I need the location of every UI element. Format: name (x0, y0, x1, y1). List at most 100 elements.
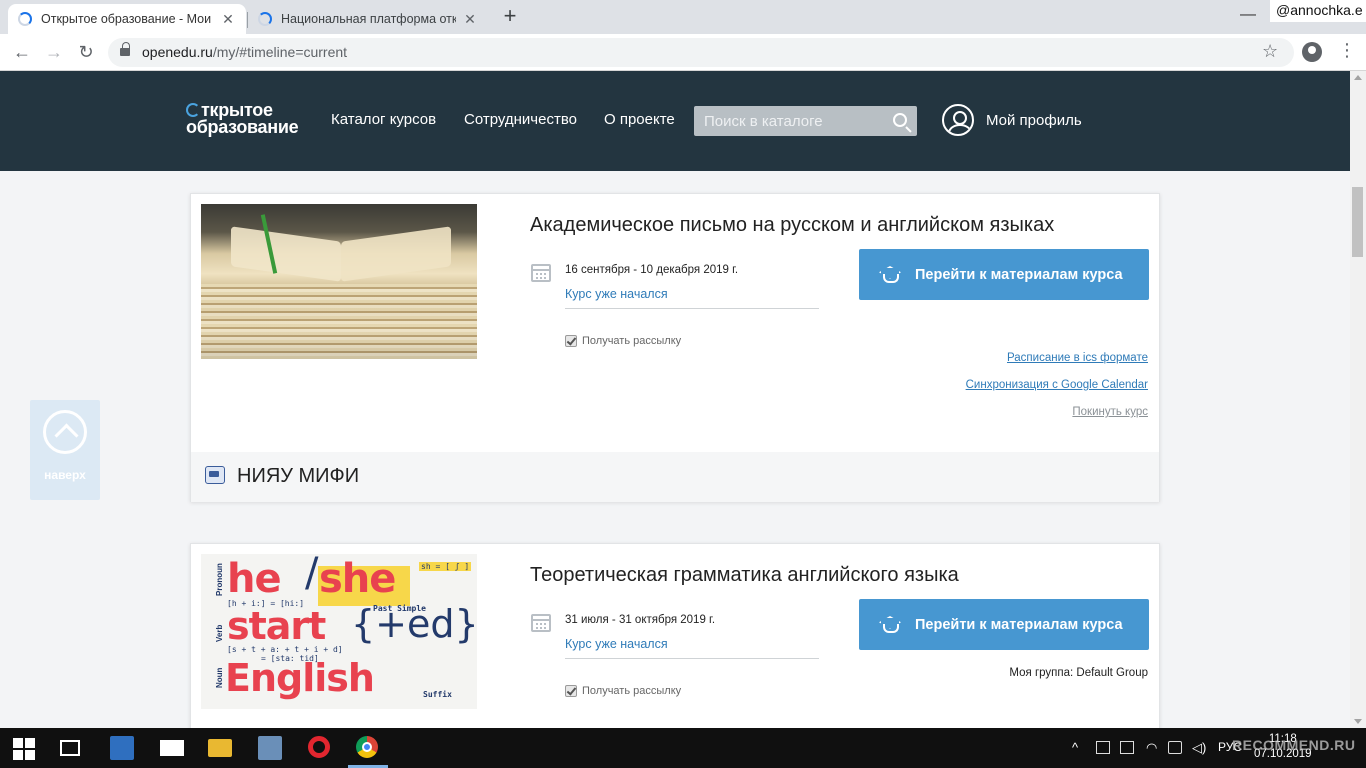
profile-label: Мой профиль (986, 111, 1082, 129)
file-explorer-icon[interactable] (208, 739, 232, 757)
windows-start-icon[interactable] (13, 736, 37, 760)
close-icon[interactable]: ✕ (462, 11, 478, 28)
win-pane (13, 750, 23, 760)
search-icon[interactable] (893, 113, 907, 127)
site-logo[interactable]: ткрытое образование (186, 101, 299, 137)
course-image[interactable] (201, 204, 477, 359)
tab-title: Национальная платформа откр (281, 12, 456, 26)
book-page-right (341, 226, 451, 282)
scroll-up-arrow-icon[interactable] (1354, 75, 1362, 80)
logo-line2: образование (186, 117, 299, 137)
img-word-he: he (227, 556, 282, 602)
newsletter-option[interactable]: Получать рассылку (565, 685, 681, 697)
img-plus-ed: {+ed} (351, 602, 477, 646)
book-page-left (231, 226, 341, 282)
img-slash: / (305, 554, 319, 596)
back-arrow-icon[interactable]: ← (10, 40, 34, 64)
nav-catalog[interactable]: Каталог курсов (331, 111, 436, 128)
back-to-top-label: наверх (44, 468, 86, 482)
site-header: ткрытое образование Каталог курсов Сотру… (0, 71, 1350, 171)
browser-menu-icon[interactable]: ⋮ (1338, 40, 1356, 61)
newsletter-checkbox[interactable] (565, 685, 577, 697)
img-word-start: start (227, 604, 326, 648)
tray-chevron-up-icon[interactable]: ^ (1072, 740, 1078, 755)
wifi-icon[interactable]: ◠ (1146, 740, 1157, 756)
user-circle-icon (942, 104, 974, 136)
leave-course-link[interactable]: Покинуть курс (1072, 406, 1148, 418)
back-to-top-button[interactable]: наверх (30, 400, 100, 500)
url-domain: openedu.ru (142, 44, 213, 60)
university-name[interactable]: НИЯУ МИФИ (237, 465, 359, 488)
course-title[interactable]: Академическое письмо на русском и англий… (530, 214, 1054, 237)
app-icon[interactable] (258, 736, 282, 760)
course-image[interactable]: he / she sh = [ ʃ ] [h + i:] = [hi:] Pas… (201, 554, 477, 709)
close-icon[interactable]: ✕ (220, 11, 236, 28)
battery-icon[interactable] (1168, 741, 1182, 754)
course-status[interactable]: Курс уже начался (565, 637, 668, 651)
newsletter-checkbox[interactable] (565, 335, 577, 347)
url-text[interactable]: openedu.ru/my/#timeline=current (142, 44, 347, 60)
url-path: /my/#timeline=current (212, 44, 348, 60)
windows-taskbar: ^ ◠ ◁) РУС 11:18 07.10.2019 RECOMMEND.RU (0, 728, 1366, 768)
loading-spinner-icon (258, 12, 272, 26)
volume-icon[interactable]: ◁) (1192, 740, 1206, 756)
new-tab-plus-icon[interactable]: + (498, 5, 522, 29)
search-input[interactable] (694, 106, 884, 136)
course-status[interactable]: Курс уже начался (565, 287, 668, 301)
button-label: Перейти к материалам курса (915, 266, 1123, 283)
card-footer: НИЯУ МИФИ (191, 452, 1159, 502)
img-start-ipa: [s + t + a: + t + i + d] (227, 645, 343, 654)
forward-arrow-icon[interactable]: → (42, 40, 66, 64)
nav-cooperation[interactable]: Сотрудничество (464, 111, 577, 128)
address-bar[interactable]: openedu.ru/my/#timeline=current ☆ (108, 38, 1294, 67)
go-to-materials-button[interactable]: Перейти к материалам курса (859, 249, 1149, 300)
book-stack-graphic (201, 284, 477, 359)
tab-title: Открытое образование - Мои к (41, 12, 214, 26)
graduation-cap-icon (877, 266, 903, 283)
img-verb: Verb (215, 624, 224, 642)
ics-schedule-link[interactable]: Расписание в ics формате (1007, 352, 1148, 364)
win-pane (25, 750, 35, 760)
divider (565, 308, 819, 309)
go-to-materials-button[interactable]: Перейти к материалам курса (859, 599, 1149, 650)
tab-active[interactable]: Открытое образование - Мои к ✕ (8, 4, 246, 34)
lock-icon[interactable] (120, 42, 130, 58)
store-icon[interactable] (110, 736, 134, 760)
course-title[interactable]: Теоретическая грамматика английского язы… (530, 564, 959, 587)
my-profile-link[interactable]: Мой профиль (942, 104, 1082, 136)
google-calendar-link[interactable]: Синхронизация с Google Calendar (966, 379, 1148, 391)
newsletter-label: Получать рассылку (582, 685, 682, 697)
newsletter-option[interactable]: Получать рассылку (565, 335, 681, 347)
chevron-up-icon (43, 410, 87, 454)
university-logo-icon (205, 466, 225, 484)
browser-toolbar: ← → ↻ openedu.ru/my/#timeline=current ☆ (0, 34, 1366, 71)
opera-icon[interactable] (308, 736, 330, 758)
recommend-watermark: RECOMMEND.RU (1232, 737, 1356, 753)
tab-inactive[interactable]: Национальная платформа откр ✕ (248, 4, 488, 34)
course-dates: 16 сентября - 10 декабря 2019 г. (565, 264, 739, 276)
page-scrollbar[interactable] (1350, 71, 1366, 728)
calendar-icon (531, 264, 551, 282)
browser-profile-icon[interactable] (1302, 42, 1322, 62)
divider (565, 658, 819, 659)
calendar-icon (531, 614, 551, 632)
reload-icon[interactable]: ↻ (74, 40, 98, 64)
img-word-she: she (319, 556, 396, 602)
scrollbar-thumb[interactable] (1352, 187, 1363, 257)
bookmark-star-icon[interactable]: ☆ (1262, 41, 1278, 62)
tray-app-icon[interactable] (1096, 741, 1110, 754)
tray-display-icon[interactable] (1120, 741, 1134, 754)
task-view-icon[interactable] (60, 740, 80, 756)
browser-tab-bar: Открытое образование - Мои к ✕ Националь… (0, 0, 1366, 34)
chrome-icon[interactable] (356, 736, 378, 758)
nav-about[interactable]: О проекте (604, 111, 675, 128)
minimize-button[interactable]: — (1240, 6, 1256, 24)
mail-icon[interactable] (160, 740, 184, 756)
course-card: Академическое письмо на русском и англий… (190, 193, 1160, 502)
img-suffix: Suffix (423, 690, 452, 699)
img-noun: Noun (215, 667, 224, 688)
newsletter-label: Получать рассылку (582, 335, 682, 347)
user-watermark-badge: @annochka.e (1270, 0, 1366, 22)
scroll-down-arrow-icon[interactable] (1354, 719, 1362, 724)
img-word-english: English (225, 656, 375, 700)
